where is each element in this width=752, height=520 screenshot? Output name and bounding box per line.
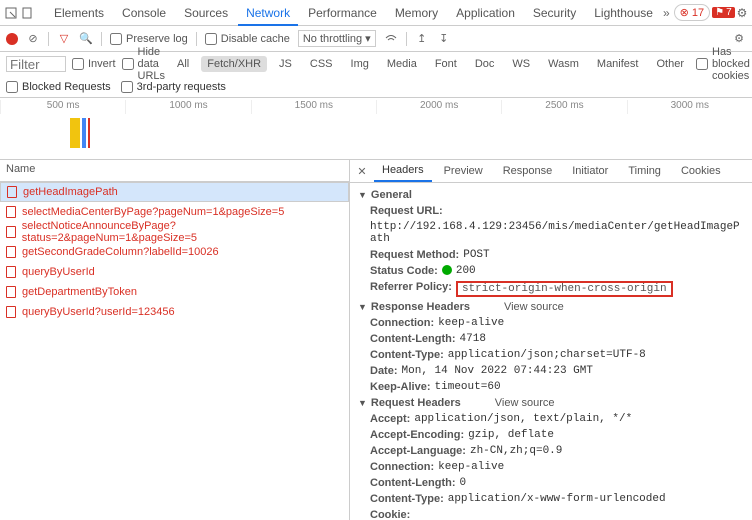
type-img[interactable]: Img [345, 56, 375, 72]
filter-input[interactable] [6, 56, 66, 72]
more-tabs-icon[interactable]: » [663, 6, 670, 20]
third-party[interactable]: 3rd-party requests [121, 81, 226, 93]
file-icon [6, 226, 16, 238]
filter-icon[interactable]: ▽ [57, 32, 71, 46]
type-all[interactable]: All [171, 56, 195, 72]
file-icon [6, 286, 16, 298]
rtab-headers[interactable]: Headers [374, 160, 432, 182]
tab-performance[interactable]: Performance [300, 0, 385, 26]
section-request[interactable]: ▼Request HeadersView source [350, 395, 752, 411]
section-response[interactable]: ▼Response HeadersView source [350, 299, 752, 315]
hide-check[interactable]: Hide data URLs [122, 46, 166, 82]
section-general[interactable]: ▼General [350, 187, 752, 203]
file-icon [7, 186, 17, 198]
tab-elements[interactable]: Elements [46, 0, 112, 26]
type-js[interactable]: JS [273, 56, 298, 72]
file-icon [6, 266, 16, 278]
type-other[interactable]: Other [650, 56, 690, 72]
invert-check[interactable]: Invert [72, 58, 116, 70]
rtab-preview[interactable]: Preview [436, 161, 491, 181]
tab-network[interactable]: Network [238, 0, 298, 26]
tab-security[interactable]: Security [525, 0, 584, 26]
clear-icon[interactable]: ⊘ [26, 32, 40, 46]
type-ws[interactable]: WS [506, 56, 536, 72]
list-item[interactable]: selectNoticeAnnounceByPage?status=2&page… [0, 222, 349, 242]
type-doc[interactable]: Doc [469, 56, 501, 72]
list-item[interactable]: queryByUserId?userId=123456 [0, 302, 349, 322]
view-source-req[interactable]: View source [495, 397, 555, 409]
error-badge[interactable]: ⊗17 [674, 4, 710, 21]
status-dot-icon [442, 265, 452, 275]
tab-memory[interactable]: Memory [387, 0, 446, 26]
disable-cache[interactable]: Disable cache [205, 33, 290, 45]
timeline[interactable]: 500 ms 1000 ms 1500 ms 2000 ms 2500 ms 3… [0, 98, 752, 160]
blocked-requests[interactable]: Blocked Requests [6, 81, 111, 93]
list-item[interactable]: selectMediaCenterByPage?pageNum=1&pageSi… [0, 202, 349, 222]
file-icon [6, 206, 16, 218]
file-icon [6, 246, 16, 258]
type-media[interactable]: Media [381, 56, 423, 72]
list-item[interactable]: getHeadImagePath [0, 182, 349, 202]
type-font[interactable]: Font [429, 56, 463, 72]
type-manifest[interactable]: Manifest [591, 56, 645, 72]
preserve-log[interactable]: Preserve log [110, 33, 188, 45]
file-icon [6, 306, 16, 318]
type-fetch[interactable]: Fetch/XHR [201, 56, 267, 72]
blocked-cookies[interactable]: Has blocked cookies [696, 46, 750, 82]
search-icon[interactable]: 🔍 [79, 32, 93, 46]
tab-sources[interactable]: Sources [176, 0, 236, 26]
close-detail-icon[interactable]: ✕ [354, 165, 370, 178]
rtab-timing[interactable]: Timing [620, 161, 669, 181]
record-icon[interactable] [6, 33, 18, 45]
request-list: getHeadImagePath selectMediaCenterByPage… [0, 182, 349, 322]
settings2-icon[interactable]: ⚙ [732, 32, 746, 46]
settings-icon[interactable]: ⚙ [737, 6, 748, 20]
wifi-icon[interactable] [384, 32, 398, 46]
rtab-response[interactable]: Response [495, 161, 561, 181]
issues-badge[interactable]: ⚑7 [712, 7, 735, 18]
tab-console[interactable]: Console [114, 0, 174, 26]
list-item[interactable]: getDepartmentByToken [0, 282, 349, 302]
throttle-select[interactable]: No throttling▾ [298, 30, 376, 47]
inspect-icon[interactable] [4, 6, 18, 20]
view-source-resp[interactable]: View source [504, 301, 564, 313]
type-css[interactable]: CSS [304, 56, 339, 72]
tab-lighthouse[interactable]: Lighthouse [586, 0, 661, 26]
download-icon[interactable]: ↧ [437, 32, 451, 46]
name-header: Name [0, 160, 349, 182]
type-wasm[interactable]: Wasm [542, 56, 585, 72]
rtab-cookies[interactable]: Cookies [673, 161, 729, 181]
referrer-highlight: strict-origin-when-cross-origin [456, 281, 673, 297]
rtab-initiator[interactable]: Initiator [564, 161, 616, 181]
upload-icon[interactable]: ↥ [415, 32, 429, 46]
list-item[interactable]: queryByUserId [0, 262, 349, 282]
device-icon[interactable] [20, 6, 34, 20]
list-item[interactable]: getSecondGradeColumn?labelId=10026 [0, 242, 349, 262]
tab-application[interactable]: Application [448, 0, 523, 26]
